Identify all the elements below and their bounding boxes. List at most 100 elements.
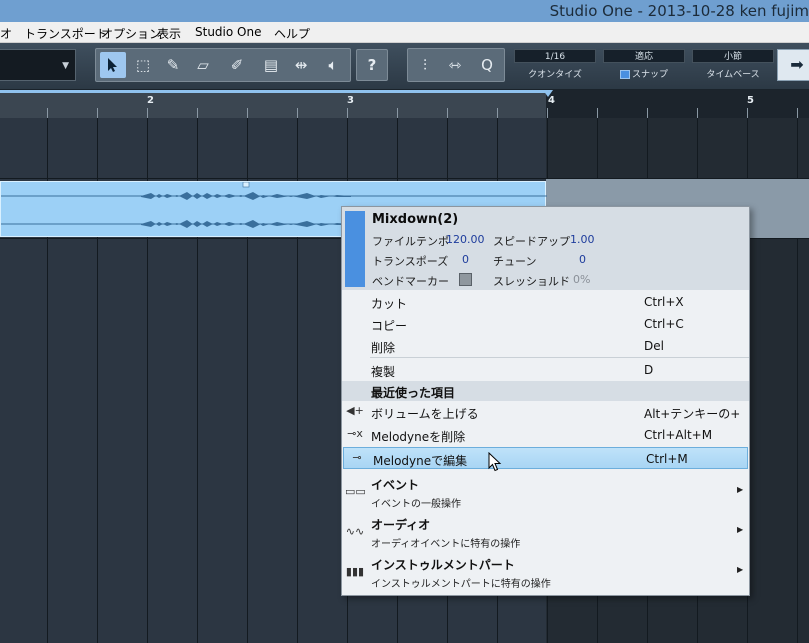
- submenu-audio[interactable]: ∿∿ オーディオ オーディオイベントに特有の操作 ▶: [342, 514, 749, 554]
- quantize-group: ⫶ ⇿ Q: [407, 48, 505, 82]
- speedup-value[interactable]: 1.00: [570, 233, 595, 246]
- toolbar: ▼ ⬚ ✎ ▱ ✐ ▤ ⇹ 🔈︎ ? ⫶ ⇿ Q 1/16 クオンタイズ 適応 …: [0, 43, 809, 90]
- menu-item-delete[interactable]: 削除 Del: [342, 335, 749, 357]
- menu-separator: [370, 357, 749, 358]
- snap-value[interactable]: 適応: [603, 49, 685, 63]
- ruler-tick: [697, 108, 698, 118]
- menu-item-help[interactable]: ヘルプ: [274, 25, 310, 42]
- ruler-tick: [647, 108, 648, 118]
- quantize-start-icon: ⫶: [423, 56, 427, 74]
- menu-item-cut[interactable]: カット Ctrl+X: [342, 291, 749, 313]
- event-icon: ▭▭: [345, 485, 366, 498]
- bend-marker-checkbox[interactable]: [459, 273, 472, 286]
- help-button[interactable]: ?: [356, 49, 388, 81]
- ruler-tick: [747, 108, 748, 118]
- quantize-button[interactable]: Q: [474, 52, 500, 78]
- track-select-dropdown[interactable]: ▼: [0, 49, 76, 81]
- submenu-event[interactable]: ▭▭ イベント イベントの一般操作 ▶: [342, 474, 749, 514]
- threshold-label: スレッショルド: [493, 275, 570, 288]
- menu-item-shortcut: Alt+テンキーの+: [644, 407, 741, 421]
- snap-label: スナップ: [631, 70, 668, 80]
- ruler-tick: [547, 108, 548, 118]
- menu-bar: オ トランスポート オプション 表示 Studio One ヘルプ: [0, 22, 809, 43]
- ruler-tick: [47, 108, 48, 118]
- speedup-label: スピードアップ: [493, 235, 570, 248]
- menu-item-studio-one[interactable]: Studio One: [195, 25, 261, 39]
- threshold-value[interactable]: 0%: [573, 273, 590, 286]
- menu-item-volume-up[interactable]: ◀+ ボリュームを上げる Alt+テンキーの+: [342, 401, 749, 423]
- paint-tool-button[interactable]: ✐: [224, 52, 250, 78]
- submenu-description: オーディオイベントに特有の操作: [371, 539, 521, 550]
- instrument-part-icon: ▮▮▮: [345, 565, 365, 578]
- tool-group: ⬚ ✎ ▱ ✐ ▤ ⇹ 🔈︎: [95, 48, 351, 82]
- range-tool-button[interactable]: ⬚: [130, 52, 156, 78]
- arrow-pointer-icon: [108, 58, 117, 72]
- menu-item-partial[interactable]: オ: [0, 25, 12, 42]
- window-title: Studio One - 2013-10-28 ken fujim: [549, 2, 809, 20]
- mute-tool-button[interactable]: ▤: [258, 52, 284, 78]
- mute-icon: ▤: [263, 56, 279, 74]
- menu-item-options[interactable]: オプション: [101, 25, 161, 42]
- audio-wave-icon: ∿∿: [345, 525, 365, 538]
- submenu-instrument-part[interactable]: ▮▮▮ インストゥルメントパート インストゥルメントパートに特有の操作 ▶: [342, 554, 749, 594]
- file-tempo-value[interactable]: 120.00: [446, 233, 485, 246]
- menu-item-label: Melodyneを削除: [371, 430, 466, 444]
- tune-label: チューン: [493, 255, 537, 268]
- menu-item-duplicate[interactable]: 複製 D: [342, 359, 749, 381]
- timeline-ruler[interactable]: 2 3 4 5: [0, 90, 809, 118]
- snap-toggle[interactable]: スナップ: [603, 67, 685, 80]
- bend-tool-button[interactable]: ⇹: [288, 52, 314, 78]
- ruler-tick: [597, 108, 598, 118]
- tune-value[interactable]: 0: [579, 253, 586, 266]
- eraser-tool-button[interactable]: ▱: [190, 52, 216, 78]
- split-tool-button[interactable]: ✎: [160, 52, 186, 78]
- chevron-right-icon: ▶: [737, 565, 744, 574]
- menu-item-melodyne-delete[interactable]: ⊸x Melodyneを削除 Ctrl+Alt+M: [342, 424, 749, 446]
- transpose-value[interactable]: 0: [462, 253, 469, 266]
- ruler-tick: [797, 108, 798, 118]
- submenu-label: インストゥルメントパート: [371, 558, 515, 572]
- follow-button[interactable]: ➡: [777, 49, 809, 81]
- quantize-value[interactable]: 1/16: [514, 49, 596, 63]
- menu-item-shortcut: Ctrl+M: [646, 452, 688, 466]
- chevron-right-icon: ▶: [737, 525, 744, 534]
- ruler-tick: [197, 108, 198, 118]
- mouse-cursor-icon: [488, 452, 502, 472]
- eraser-icon: ▱: [197, 56, 209, 74]
- submenu-description: イベントの一般操作: [371, 499, 461, 510]
- ruler-tick: [447, 108, 448, 118]
- submenu-label: オーディオ: [371, 518, 431, 532]
- menu-item-label: Melodyneで編集: [373, 454, 468, 468]
- ruler-bar-number: 3: [347, 95, 354, 106]
- submenu-description: インストゥルメントパートに特有の操作: [371, 579, 551, 590]
- timebase-value[interactable]: 小節: [692, 49, 774, 63]
- menu-item-shortcut: Ctrl+C: [644, 317, 684, 331]
- event-name: Mixdown(2): [372, 212, 459, 227]
- quantize-start-button[interactable]: ⫶: [412, 52, 438, 78]
- menu-item-label: 複製: [371, 365, 396, 379]
- range-select-icon: ⬚: [135, 56, 151, 74]
- arrow-tool-button[interactable]: [100, 52, 126, 78]
- menu-item-melodyne-edit[interactable]: ⊸ Melodyneで編集 Ctrl+M: [343, 447, 748, 469]
- chevron-right-icon: ▶: [737, 485, 744, 494]
- menu-item-shortcut: Ctrl+Alt+M: [644, 428, 713, 442]
- melodyne-icon: ⊸: [352, 451, 362, 464]
- snap-checkbox-icon: [619, 70, 630, 79]
- recent-items-header: 最近使った項目: [342, 381, 749, 401]
- melodyne-delete-icon: ⊸x: [347, 427, 363, 440]
- listen-tool-button[interactable]: 🔈︎: [320, 52, 346, 78]
- title-bar: Studio One - 2013-10-28 ken fujim: [0, 0, 809, 22]
- section-title: 最近使った項目: [371, 386, 456, 400]
- ruler-bar-number: 2: [147, 95, 154, 106]
- ruler-bar-number: 5: [747, 95, 754, 106]
- menu-item-transport[interactable]: トランスポート: [24, 25, 108, 42]
- quantize-range-button[interactable]: ⇿: [442, 52, 468, 78]
- menu-item-shortcut: Ctrl+X: [644, 295, 684, 309]
- menu-item-shortcut: Del: [644, 339, 664, 353]
- menu-item-view[interactable]: 表示: [157, 25, 181, 42]
- menu-item-copy[interactable]: コピー Ctrl+C: [342, 313, 749, 335]
- knife-icon: ✎: [166, 56, 180, 74]
- quantize-label: クオンタイズ: [528, 70, 582, 80]
- loop-range[interactable]: [0, 90, 546, 118]
- arrow-right-icon: ➡: [790, 55, 804, 74]
